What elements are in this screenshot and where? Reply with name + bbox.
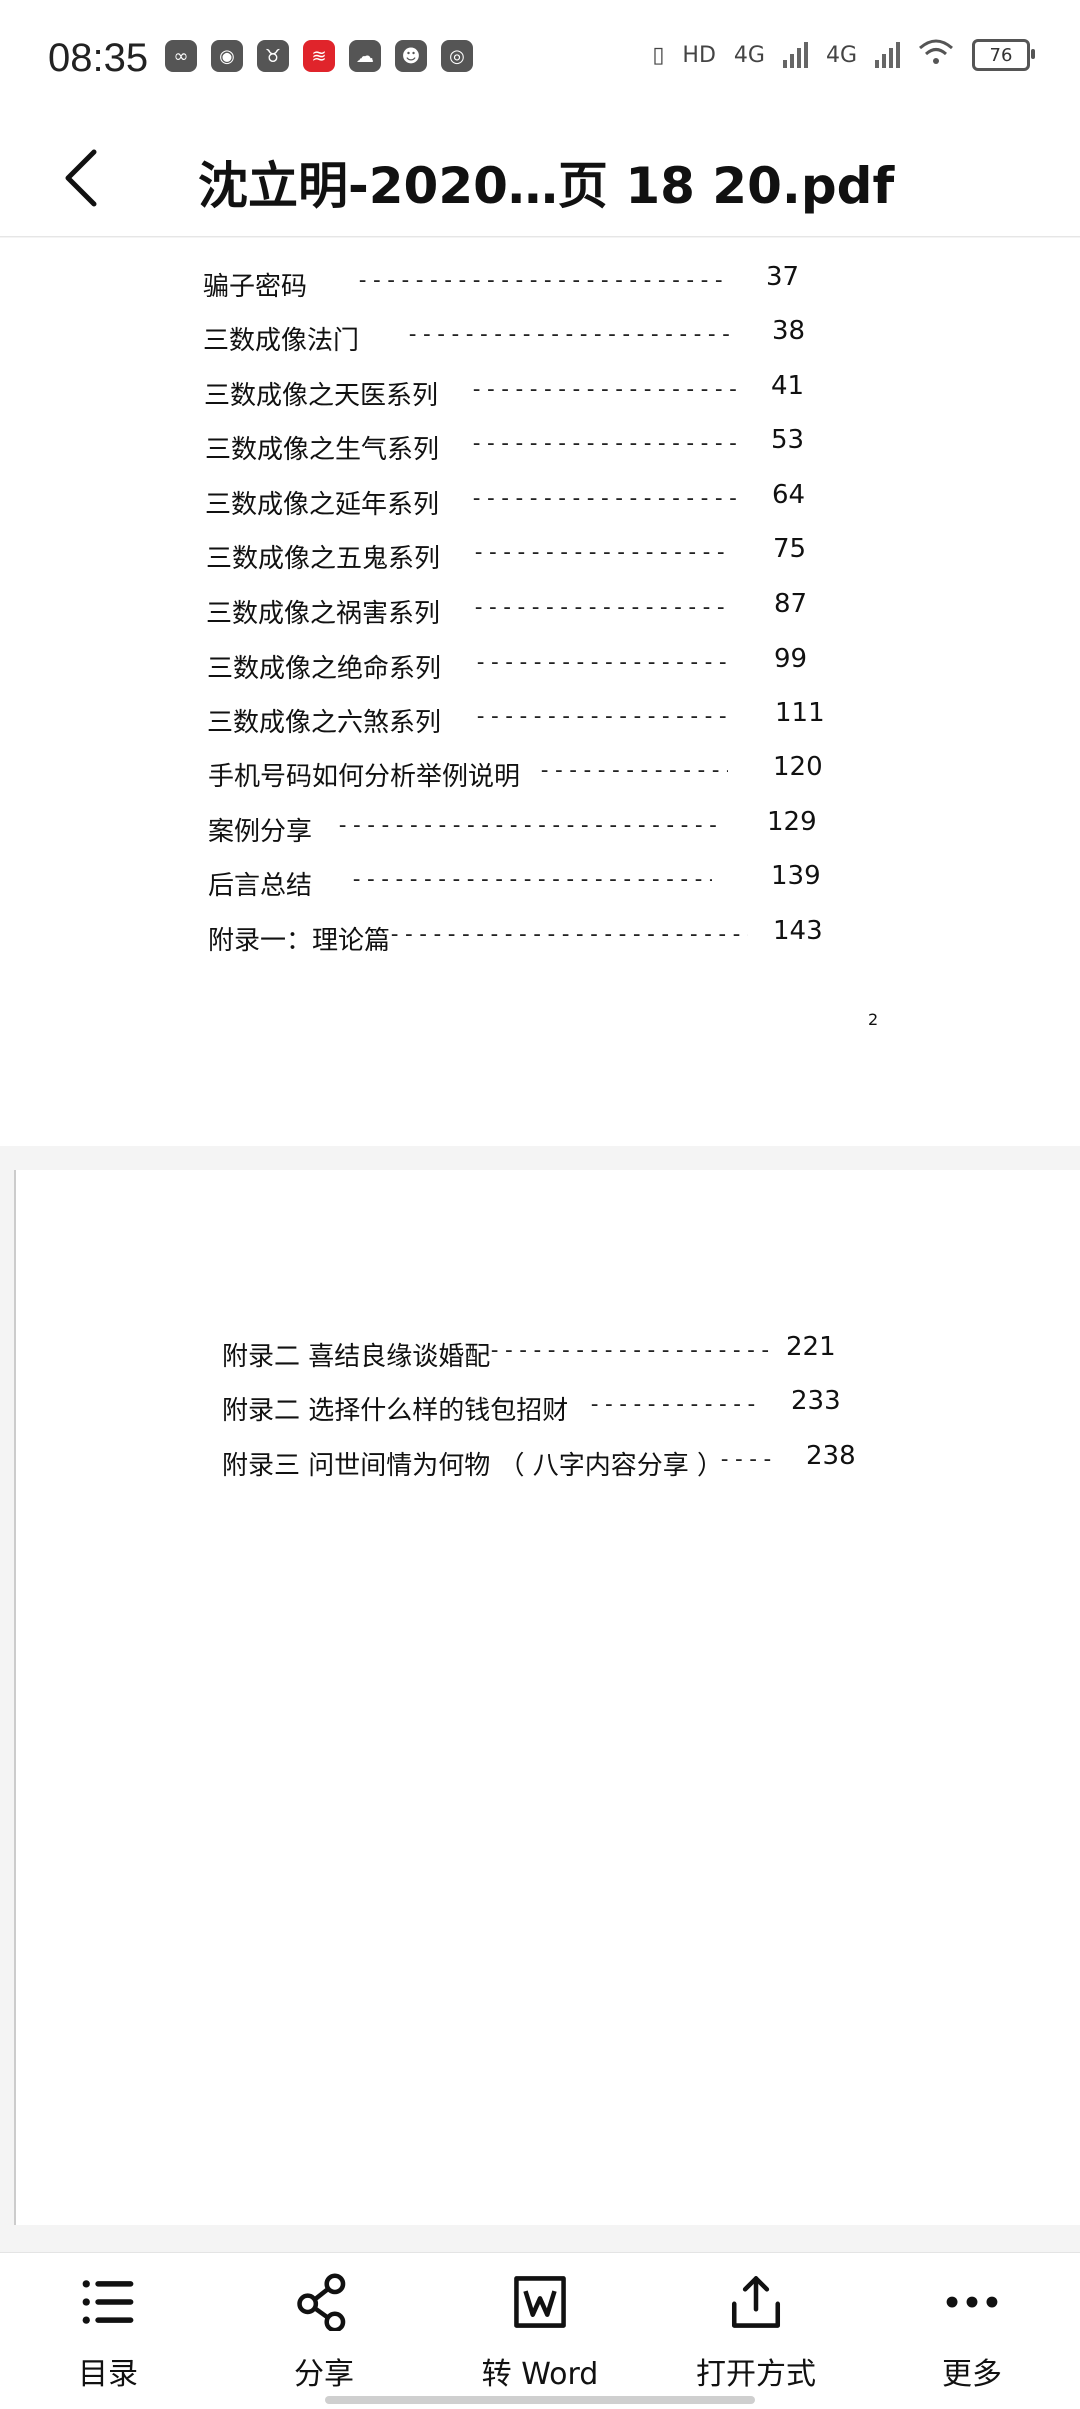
hd-icon: HD (682, 42, 716, 68)
title-bar: 沈立明-2020…页 18 20.pdf (0, 120, 1080, 237)
toc-page-number: 87 (774, 589, 808, 619)
toc-page-number: 64 (772, 480, 806, 510)
toc-dots: ---------------------------------- (356, 268, 728, 293)
pdf-page-1: 骗子密码 ---------------------------------- … (0, 238, 1080, 1146)
toc-page-number: 221 (786, 1332, 836, 1362)
toc-dots: ----------------------- (474, 704, 730, 729)
notification-icons: ∞ ◉ ♉ ≋ ☁ ☻ ◎ (165, 40, 473, 72)
toc-page-number: 37 (766, 262, 800, 292)
toc-page-number: 53 (771, 425, 805, 455)
document-title: 沈立明-2020…页 18 20.pdf (198, 157, 895, 215)
toc-title: 三数成像之天医系列 (204, 381, 439, 411)
toc-title: 三数成像之祸害系列 (206, 599, 441, 629)
app-red-icon: ≋ (303, 40, 335, 72)
status-bar: 08:35 ∞ ◉ ♉ ≋ ☁ ☻ ◎ ▯ HD 4G 4G 76 (0, 0, 1080, 120)
bottom-toolbar: 目录 分享 转 Word 打开方式 更多 (0, 2252, 1080, 2409)
more-label: 更多 (942, 2357, 1002, 2392)
toc-dots: ----------------------- (474, 650, 730, 675)
toc-dots: ----------------------- (472, 540, 728, 565)
toc-dots: ------------------------------ (406, 322, 736, 347)
status-time: 08:35 (48, 36, 149, 80)
toc-title: 附录二 选择什么样的钱包招财 (222, 1396, 569, 1426)
toc-title: 三数成像之五鬼系列 (206, 544, 441, 574)
toc-title: 手机号码如何分析举例说明 (208, 762, 521, 792)
toc-page-number: 139 (771, 861, 821, 891)
wifi-icon (918, 38, 954, 72)
back-arrow-icon[interactable] (58, 146, 118, 210)
toc-title: 三数成像之生气系列 (205, 435, 440, 465)
toc-label: 目录 (78, 2357, 138, 2392)
toc-dots: ------------------------ (470, 486, 736, 511)
convert-word-label: 转 Word (481, 2357, 599, 2392)
list-icon (82, 2280, 134, 2324)
vibrate-icon: ▯ (652, 42, 665, 68)
toc-page-number: 233 (791, 1386, 841, 1416)
toc-button[interactable]: 目录 (28, 2273, 188, 2393)
toc-title: 案例分享 (208, 817, 313, 847)
toc-title: 三数成像法门 (203, 326, 360, 356)
wechat-icon: ◉ (211, 40, 243, 72)
toc-title: 附录二 喜结良缘谈婚配 (222, 1342, 491, 1372)
toc-page-number: 129 (767, 807, 817, 837)
toc-dots: --------------------------------- (388, 922, 748, 947)
toc-dots: ------------------------ (470, 377, 736, 402)
toc-page-number: 99 (774, 644, 808, 674)
signal-icon (782, 42, 808, 68)
music-icon: ◎ (441, 40, 473, 72)
upload-icon (731, 2276, 781, 2328)
toc-title: 附录三 问世间情为何物 （ 八字内容分享 ） (222, 1451, 724, 1481)
toc-dots: ---- (718, 1447, 772, 1472)
toc-dots: ----------------------------------- (336, 813, 720, 838)
toc-page-number: 143 (773, 916, 823, 946)
share-button[interactable]: 分享 (244, 2273, 404, 2393)
signal-icon-2 (875, 42, 900, 68)
more-button[interactable]: 更多 (892, 2273, 1052, 2393)
convert-word-button[interactable]: 转 Word (460, 2273, 620, 2393)
toc-page-number: 41 (771, 371, 805, 401)
share-label: 分享 (294, 2357, 354, 2392)
link-icon: ∞ (165, 40, 197, 72)
toc-dots: ------------------------ (470, 431, 736, 456)
word-document-icon (514, 2276, 566, 2328)
toc-dots: --------------------------------- (350, 867, 712, 892)
battery-icon: 76 (972, 39, 1035, 71)
ox-icon: ♉ (257, 40, 289, 72)
network-label-2: 4G (825, 42, 857, 68)
more-dots-icon (946, 2296, 998, 2308)
toc-title: 后言总结 (208, 871, 313, 901)
toc-dots: ----------------------- (472, 595, 728, 620)
toc-title: 三数成像之延年系列 (205, 490, 440, 520)
page-number: 2 (868, 1010, 879, 1029)
system-icons: ▯ HD 4G 4G 76 (652, 38, 1035, 72)
open-with-button[interactable]: 打开方式 (676, 2273, 836, 2393)
cloud-icon: ☁ (349, 40, 381, 72)
toc-dots: -------------- (588, 1392, 758, 1417)
toc-page-number: 38 (772, 316, 806, 346)
toc-title: 三数成像之六煞系列 (207, 708, 442, 738)
toc-page-number: 238 (806, 1441, 856, 1471)
toc-dots: ------------------------ (488, 1338, 770, 1363)
network-label-1: 4G (733, 42, 765, 68)
toc-dots: ----------------- (538, 758, 728, 783)
face-icon: ☻ (395, 40, 427, 72)
open-with-label: 打开方式 (696, 2357, 816, 2392)
toc-title: 三数成像之绝命系列 (207, 654, 442, 684)
home-indicator[interactable] (325, 2396, 755, 2404)
pdf-page-2: 附录二 喜结良缘谈婚配 ------------------------ 221… (14, 1170, 1080, 2225)
toc-page-number: 75 (773, 534, 807, 564)
share-icon (297, 2273, 346, 2331)
toc-page-number: 120 (773, 752, 823, 782)
toc-title: 附录一：理论篇 (208, 926, 391, 956)
toc-title: 骗子密码 (203, 272, 308, 302)
toc-page-number: 111 (775, 698, 825, 728)
